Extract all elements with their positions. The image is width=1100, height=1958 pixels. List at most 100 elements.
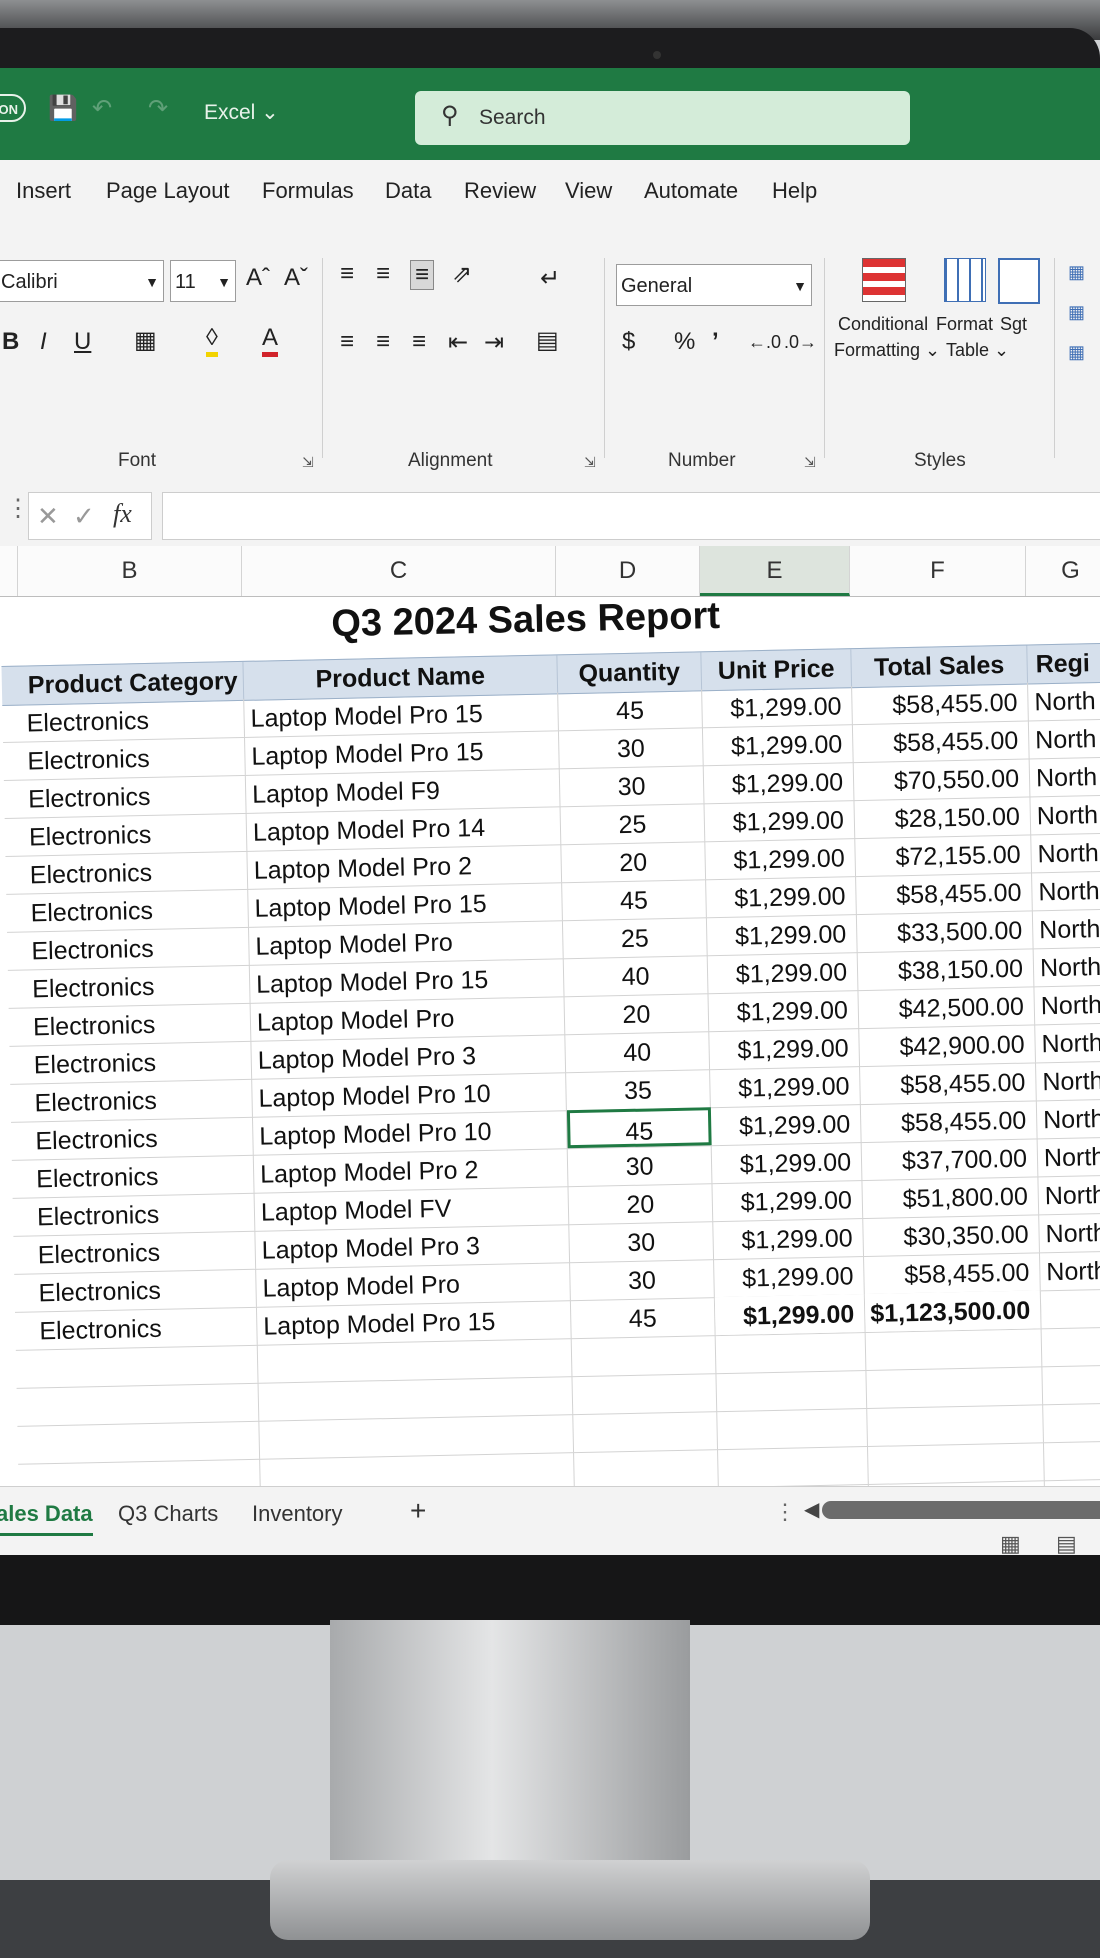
fill-color-icon[interactable]: ◊ <box>206 324 218 357</box>
autosave-toggle[interactable]: ON <box>0 94 26 122</box>
cell-unit-price[interactable]: $1,299.00 <box>708 990 860 1032</box>
increase-decimal-icon[interactable]: ←.0 <box>748 332 781 353</box>
empty-cell[interactable] <box>258 1376 574 1421</box>
empty-cell[interactable] <box>1042 1364 1100 1405</box>
tab-page-layout[interactable]: Page Layout <box>106 178 230 204</box>
insert-cells-icon[interactable]: ▦ <box>1068 262 1085 283</box>
total-sales-sum[interactable]: $1,123,500.00 <box>864 1290 1042 1333</box>
decrease-decimal-icon[interactable]: .0→ <box>784 332 817 353</box>
cell-quantity[interactable]: 35 <box>566 1069 711 1111</box>
cell-product-name[interactable]: Laptop Model Pro 2 <box>247 844 563 889</box>
tab-view[interactable]: View <box>565 178 612 204</box>
cell-product-name[interactable]: Laptop Model Pro 2 <box>253 1148 569 1193</box>
cell-unit-price[interactable]: $1,299.00 <box>702 686 853 728</box>
cell-total-sales[interactable]: $58,455.00 <box>852 682 1029 725</box>
merge-center-icon[interactable]: ▤ <box>536 326 559 355</box>
page-layout-view-icon[interactable]: ▤ <box>1056 1531 1077 1557</box>
cell-total-sales[interactable]: $70,550.00 <box>853 758 1031 801</box>
cell-unit-price[interactable]: $1,299.00 <box>709 1028 861 1070</box>
cell-product-name[interactable]: Laptop Model Pro 15 <box>248 882 563 927</box>
cell-region[interactable]: North <box>1037 1136 1100 1177</box>
dialog-launcher-icon[interactable]: ⇲ <box>584 454 596 471</box>
grow-font-button[interactable]: Aˆ <box>246 264 270 292</box>
cell-product-name[interactable]: Laptop Model Pro 14 <box>246 806 562 851</box>
header-total-sales[interactable]: Total Sales <box>851 645 1029 688</box>
horizontal-scrollbar[interactable] <box>822 1501 1100 1519</box>
cell-quantity[interactable]: 30 <box>558 727 704 769</box>
align-left-icon[interactable]: ≡ <box>340 328 354 356</box>
cell-unit-price[interactable]: $1,299.00 <box>705 838 857 880</box>
cell-product-name[interactable]: Laptop Model Pro 10 <box>252 1072 567 1117</box>
empty-cell[interactable] <box>573 1411 719 1453</box>
currency-button[interactable]: $ <box>622 328 635 356</box>
cell-quantity[interactable]: 40 <box>563 955 709 997</box>
cell-product-category[interactable]: Electronics <box>30 1192 256 1236</box>
cell-product-category[interactable]: Electronics <box>20 698 246 742</box>
format-cells-icon[interactable]: ▦ <box>1068 342 1085 363</box>
cell-product-name[interactable]: Laptop Model Pro 15 <box>245 730 560 775</box>
cell-unit-price[interactable]: $1,299.00 <box>707 952 859 994</box>
cell-product-category[interactable]: Electronics <box>29 1116 254 1160</box>
cell-quantity[interactable]: 20 <box>564 993 710 1035</box>
tab-formulas[interactable]: Formulas <box>262 178 354 204</box>
font-size-dropdown[interactable]: 11 ▼ <box>170 260 236 302</box>
cell-region[interactable]: North <box>1036 1098 1100 1139</box>
empty-cell[interactable] <box>572 1373 718 1415</box>
cell-product-name[interactable]: Laptop Model Pro <box>250 996 566 1041</box>
cell-total-sales[interactable]: $28,150.00 <box>854 796 1032 839</box>
align-top-icon[interactable]: ≡ <box>340 260 354 288</box>
cell-product-category[interactable]: Electronics <box>24 888 249 932</box>
column-header-b[interactable]: B <box>18 546 242 596</box>
cell-product-category[interactable]: Electronics <box>26 1002 252 1046</box>
cell-total-sales[interactable]: $30,350.00 <box>863 1214 1040 1257</box>
cell-quantity[interactable]: 30 <box>570 1259 715 1301</box>
cell-total-sales[interactable]: $58,455.00 <box>860 1062 1037 1105</box>
cell-product-category[interactable]: Electronics <box>21 736 246 780</box>
cell-region[interactable]: North <box>1028 718 1100 759</box>
delete-cells-icon[interactable]: ▦ <box>1068 302 1085 323</box>
shrink-font-button[interactable]: Aˇ <box>284 264 308 292</box>
cell-region[interactable]: North <box>1031 832 1100 873</box>
align-bottom-icon[interactable]: ≡ <box>410 260 435 290</box>
cell-product-name[interactable]: Laptop Model Pro 3 <box>251 1034 567 1079</box>
cell-product-category[interactable]: Electronics <box>21 774 247 818</box>
more-options-icon[interactable]: ⋮ <box>774 1499 796 1525</box>
cell-unit-price[interactable]: $1,299.00 <box>710 1066 861 1108</box>
cell-region[interactable]: North <box>1034 984 1100 1025</box>
cell-unit-price[interactable]: $1,299.00 <box>712 1180 864 1222</box>
dialog-launcher-icon[interactable]: ⇲ <box>302 454 314 471</box>
cell-unit-price[interactable]: $1,299.00 <box>704 800 856 842</box>
empty-cell[interactable] <box>867 1404 1044 1447</box>
conditional-formatting-icon[interactable] <box>862 258 906 302</box>
align-center-icon[interactable]: ≡ <box>376 328 390 356</box>
tab-insert[interactable]: Insert <box>16 178 71 204</box>
empty-cell[interactable] <box>715 1332 867 1374</box>
cell-total-sales[interactable]: $38,150.00 <box>857 948 1035 991</box>
cell-styles-label[interactable]: Sgt <box>1000 314 1027 335</box>
cell-quantity[interactable]: 45 <box>566 1107 712 1149</box>
cell-product-name[interactable]: Laptop Model Pro 15 <box>244 692 559 737</box>
empty-cell[interactable] <box>1043 1440 1100 1481</box>
cell-region[interactable]: North <box>1032 870 1100 911</box>
more-options-icon[interactable]: ⋮ <box>6 494 30 523</box>
cell-unit-price[interactable]: $1,299.00 <box>713 1218 865 1260</box>
empty-cell[interactable] <box>571 1335 717 1377</box>
cell-unit-price[interactable]: $1,299.00 <box>702 724 854 766</box>
cell-product-category[interactable]: Electronics <box>32 1306 258 1350</box>
format-as-table-label-2[interactable]: Table ⌄ <box>946 340 1009 361</box>
format-as-table-label[interactable]: Format <box>936 314 993 335</box>
empty-cell[interactable] <box>34 1382 260 1426</box>
cell-region[interactable]: North <box>1028 680 1100 721</box>
cell-quantity[interactable]: 45 <box>558 689 703 731</box>
empty-cell[interactable] <box>257 1338 573 1383</box>
orientation-icon[interactable]: ⇗ <box>452 260 472 289</box>
cell-total-sales[interactable]: $42,900.00 <box>859 1024 1036 1067</box>
tab-help[interactable]: Help <box>772 178 817 204</box>
undo-icon[interactable]: ↶ <box>92 94 112 123</box>
empty-cell[interactable] <box>1043 1402 1100 1443</box>
enter-icon[interactable]: ✓ <box>73 501 95 532</box>
cell-quantity[interactable]: 30 <box>567 1145 713 1187</box>
empty-cell[interactable] <box>867 1442 1045 1485</box>
cell-total-sales[interactable]: $37,700.00 <box>861 1138 1039 1181</box>
cell-quantity[interactable]: 25 <box>562 917 708 959</box>
